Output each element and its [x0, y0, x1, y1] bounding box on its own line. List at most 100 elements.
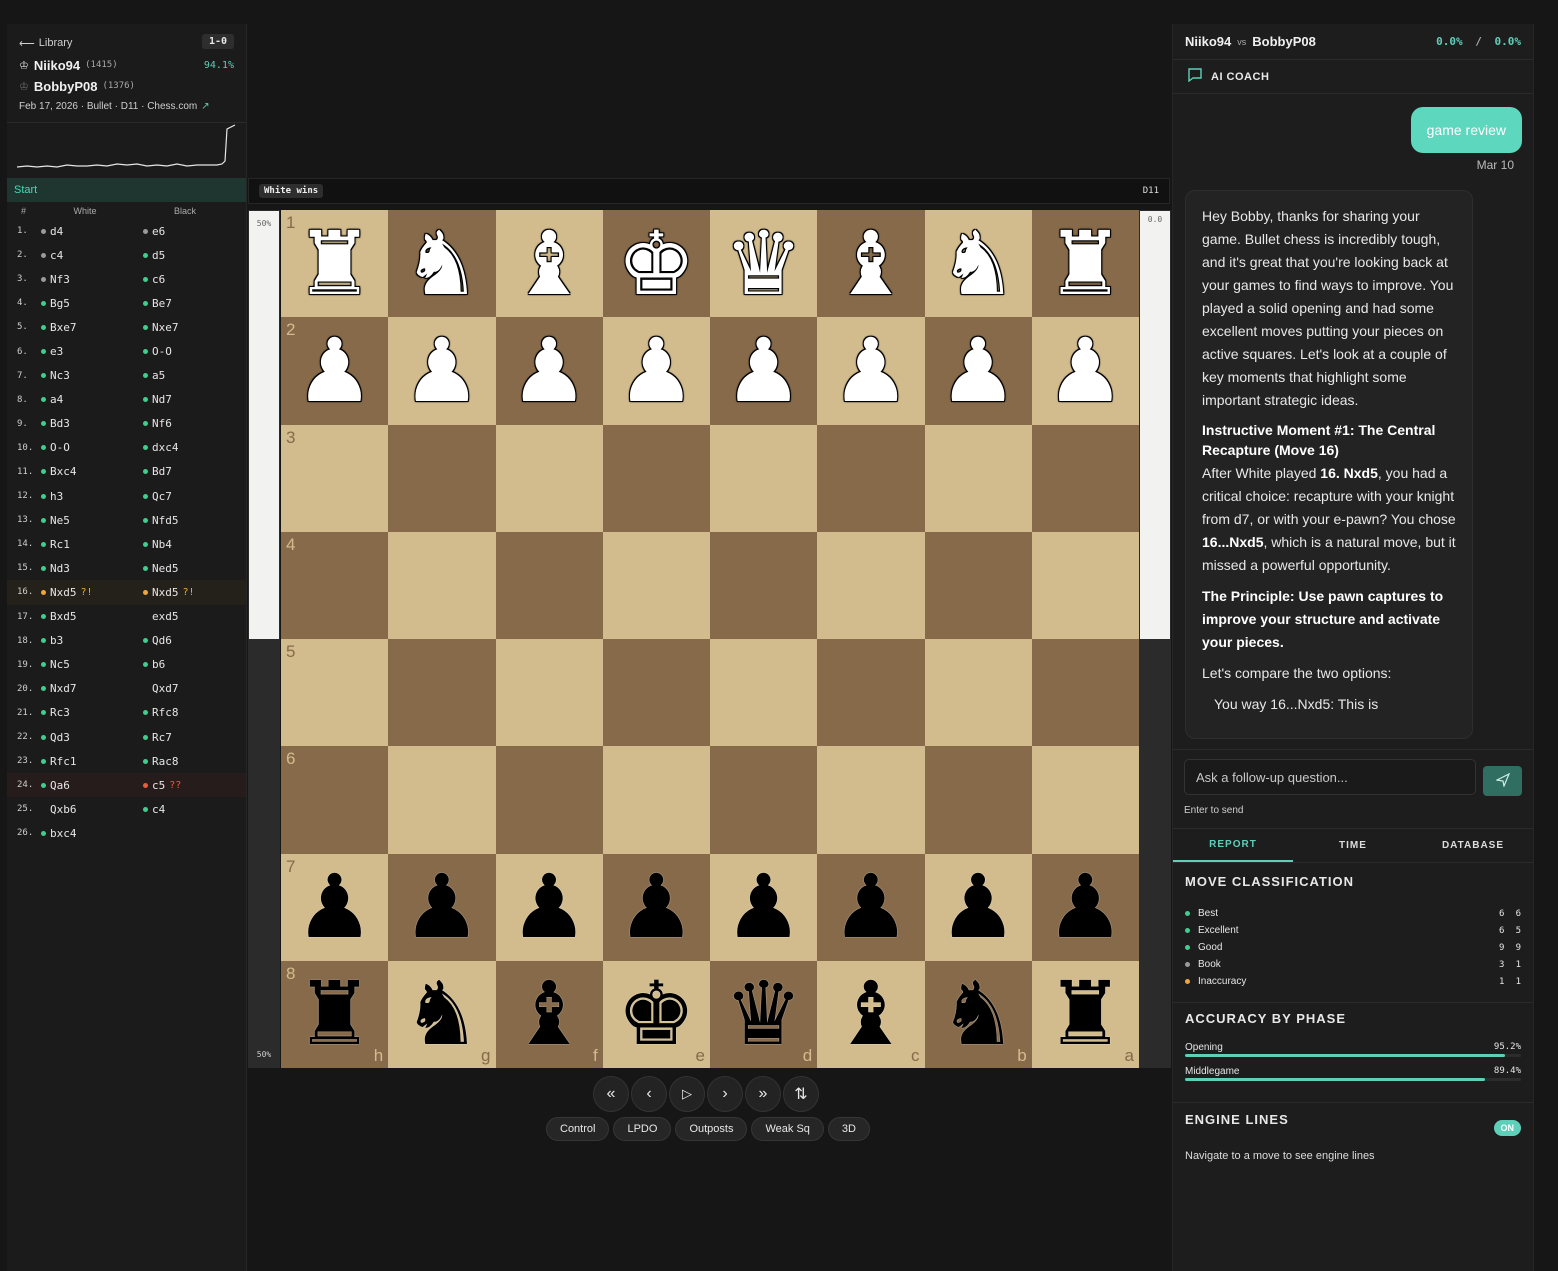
square-c8[interactable]: c ♝: [817, 960, 925, 1068]
prev-move-button[interactable]: ‹: [631, 1076, 667, 1112]
square-h8[interactable]: 8 h ♜: [281, 960, 389, 1068]
tab-report[interactable]: REPORT: [1173, 829, 1293, 862]
square-a4[interactable]: [1031, 531, 1139, 639]
black-move[interactable]: Be7: [143, 297, 245, 310]
white-move[interactable]: Qa6: [41, 779, 143, 792]
overlay-control-button[interactable]: Control: [546, 1117, 610, 1141]
white-rook-icon[interactable]: ♜: [295, 219, 374, 308]
white-move[interactable]: Ne5: [41, 514, 143, 527]
square-f8[interactable]: f ♝: [495, 960, 603, 1068]
square-g8[interactable]: g ♞: [388, 960, 496, 1068]
square-d8[interactable]: d ♛: [710, 960, 818, 1068]
black-pawn-icon[interactable]: ♟: [1046, 863, 1125, 951]
black-pawn-icon[interactable]: ♟: [617, 863, 696, 951]
square-g3[interactable]: [388, 424, 496, 532]
black-rook-icon[interactable]: ♜: [1046, 970, 1125, 1058]
square-e5[interactable]: [602, 639, 710, 747]
white-move[interactable]: Nxd7: [41, 682, 143, 695]
black-move[interactable]: Qd6: [143, 634, 245, 647]
square-b1[interactable]: ♞: [924, 210, 1032, 318]
square-c7[interactable]: ♟: [817, 853, 925, 961]
white-pawn-icon[interactable]: ♟: [402, 326, 481, 415]
white-pawn-icon[interactable]: ♟: [617, 326, 696, 415]
white-move[interactable]: b3: [41, 634, 143, 647]
white-rook-icon[interactable]: ♜: [1046, 219, 1125, 308]
black-move[interactable]: c6: [143, 273, 245, 286]
square-g7[interactable]: ♟: [388, 853, 496, 961]
square-g4[interactable]: [388, 531, 496, 639]
black-move[interactable]: Rc7: [143, 731, 245, 744]
black-bishop-icon[interactable]: ♝: [831, 970, 910, 1058]
square-h2[interactable]: 2 ♟: [281, 317, 389, 425]
square-f4[interactable]: [495, 531, 603, 639]
white-pawn-icon[interactable]: ♟: [939, 326, 1018, 415]
square-f7[interactable]: ♟: [495, 853, 603, 961]
black-move[interactable]: Nxd5?!: [143, 586, 245, 599]
square-h4[interactable]: 4: [281, 531, 389, 639]
engine-lines-toggle[interactable]: ON: [1493, 1120, 1521, 1136]
tab-database[interactable]: DATABASE: [1413, 829, 1533, 862]
white-move[interactable]: Rc1: [41, 538, 143, 551]
square-h7[interactable]: 7 ♟: [281, 853, 389, 961]
square-c2[interactable]: ♟: [817, 317, 925, 425]
white-move[interactable]: Bxe7: [41, 321, 143, 334]
black-move[interactable]: b6: [143, 658, 245, 671]
square-d4[interactable]: [710, 531, 818, 639]
black-move[interactable]: Nd7: [143, 393, 245, 406]
black-move[interactable]: Nf6: [143, 417, 245, 430]
square-e4[interactable]: [602, 531, 710, 639]
square-e1[interactable]: ♚: [602, 210, 710, 318]
square-a1[interactable]: ♜: [1031, 210, 1139, 318]
square-b6[interactable]: [924, 746, 1032, 854]
black-move[interactable]: Ned5: [143, 562, 245, 575]
white-move[interactable]: a4: [41, 393, 143, 406]
square-d2[interactable]: ♟: [710, 317, 818, 425]
square-b2[interactable]: ♟: [924, 317, 1032, 425]
black-move[interactable]: e6: [143, 225, 245, 238]
square-f3[interactable]: [495, 424, 603, 532]
white-knight-icon[interactable]: ♞: [939, 219, 1018, 308]
black-move[interactable]: O-O: [143, 345, 245, 358]
white-move[interactable]: Rc3: [41, 706, 143, 719]
black-move[interactable]: Bd7: [143, 465, 245, 478]
square-e3[interactable]: [602, 424, 710, 532]
black-move[interactable]: c5??: [143, 779, 245, 792]
black-pawn-icon[interactable]: ♟: [402, 863, 481, 951]
black-move[interactable]: dxc4: [143, 441, 245, 454]
black-queen-icon[interactable]: ♛: [724, 970, 803, 1058]
overlay-outposts-button[interactable]: Outposts: [675, 1117, 748, 1141]
white-move[interactable]: h3: [41, 490, 143, 503]
square-h3[interactable]: 3: [281, 424, 389, 532]
last-move-button[interactable]: »: [745, 1076, 781, 1112]
white-move[interactable]: bxc4: [41, 827, 143, 840]
white-move[interactable]: Nxd5?!: [41, 586, 143, 599]
black-king-icon[interactable]: ♚: [617, 970, 696, 1058]
square-d5[interactable]: [710, 639, 818, 747]
white-bishop-icon[interactable]: ♝: [831, 219, 910, 308]
overlay-3d-button[interactable]: 3D: [827, 1117, 870, 1141]
chess-board[interactable]: 1 ♜ ♞ ♝ ♚ ♛ ♝ ♞ ♜ 2 ♟ ♟ ♟ ♟ ♟ ♟ ♟ ♟ 3 4 5 6 7 ♟ ♟ ♟ ♟ ♟ ♟ ♟ ♟ 8 h ♜ g ♞ f ♝ e ♚…: [281, 210, 1139, 1068]
white-move[interactable]: Bxd5: [41, 610, 143, 623]
start-position-row[interactable]: Start: [7, 178, 246, 202]
square-a5[interactable]: [1031, 639, 1139, 747]
square-b4[interactable]: [924, 531, 1032, 639]
square-b5[interactable]: [924, 639, 1032, 747]
white-move[interactable]: Bg5: [41, 297, 143, 310]
white-move[interactable]: Qd3: [41, 731, 143, 744]
black-knight-icon[interactable]: ♞: [939, 970, 1018, 1058]
square-g5[interactable]: [388, 639, 496, 747]
white-move[interactable]: Nc5: [41, 658, 143, 671]
square-a3[interactable]: [1031, 424, 1139, 532]
white-move[interactable]: e3: [41, 345, 143, 358]
square-d3[interactable]: [710, 424, 818, 532]
black-pawn-icon[interactable]: ♟: [939, 863, 1018, 951]
black-move[interactable]: d5: [143, 249, 245, 262]
black-knight-icon[interactable]: ♞: [402, 970, 481, 1058]
square-e6[interactable]: [602, 746, 710, 854]
square-a7[interactable]: ♟: [1031, 853, 1139, 961]
black-pawn-icon[interactable]: ♟: [724, 863, 803, 951]
black-move[interactable]: Qxd7: [143, 682, 245, 695]
square-g6[interactable]: [388, 746, 496, 854]
overlay-weak-sq-button[interactable]: Weak Sq: [751, 1117, 824, 1141]
black-pawn-icon[interactable]: ♟: [510, 863, 589, 951]
